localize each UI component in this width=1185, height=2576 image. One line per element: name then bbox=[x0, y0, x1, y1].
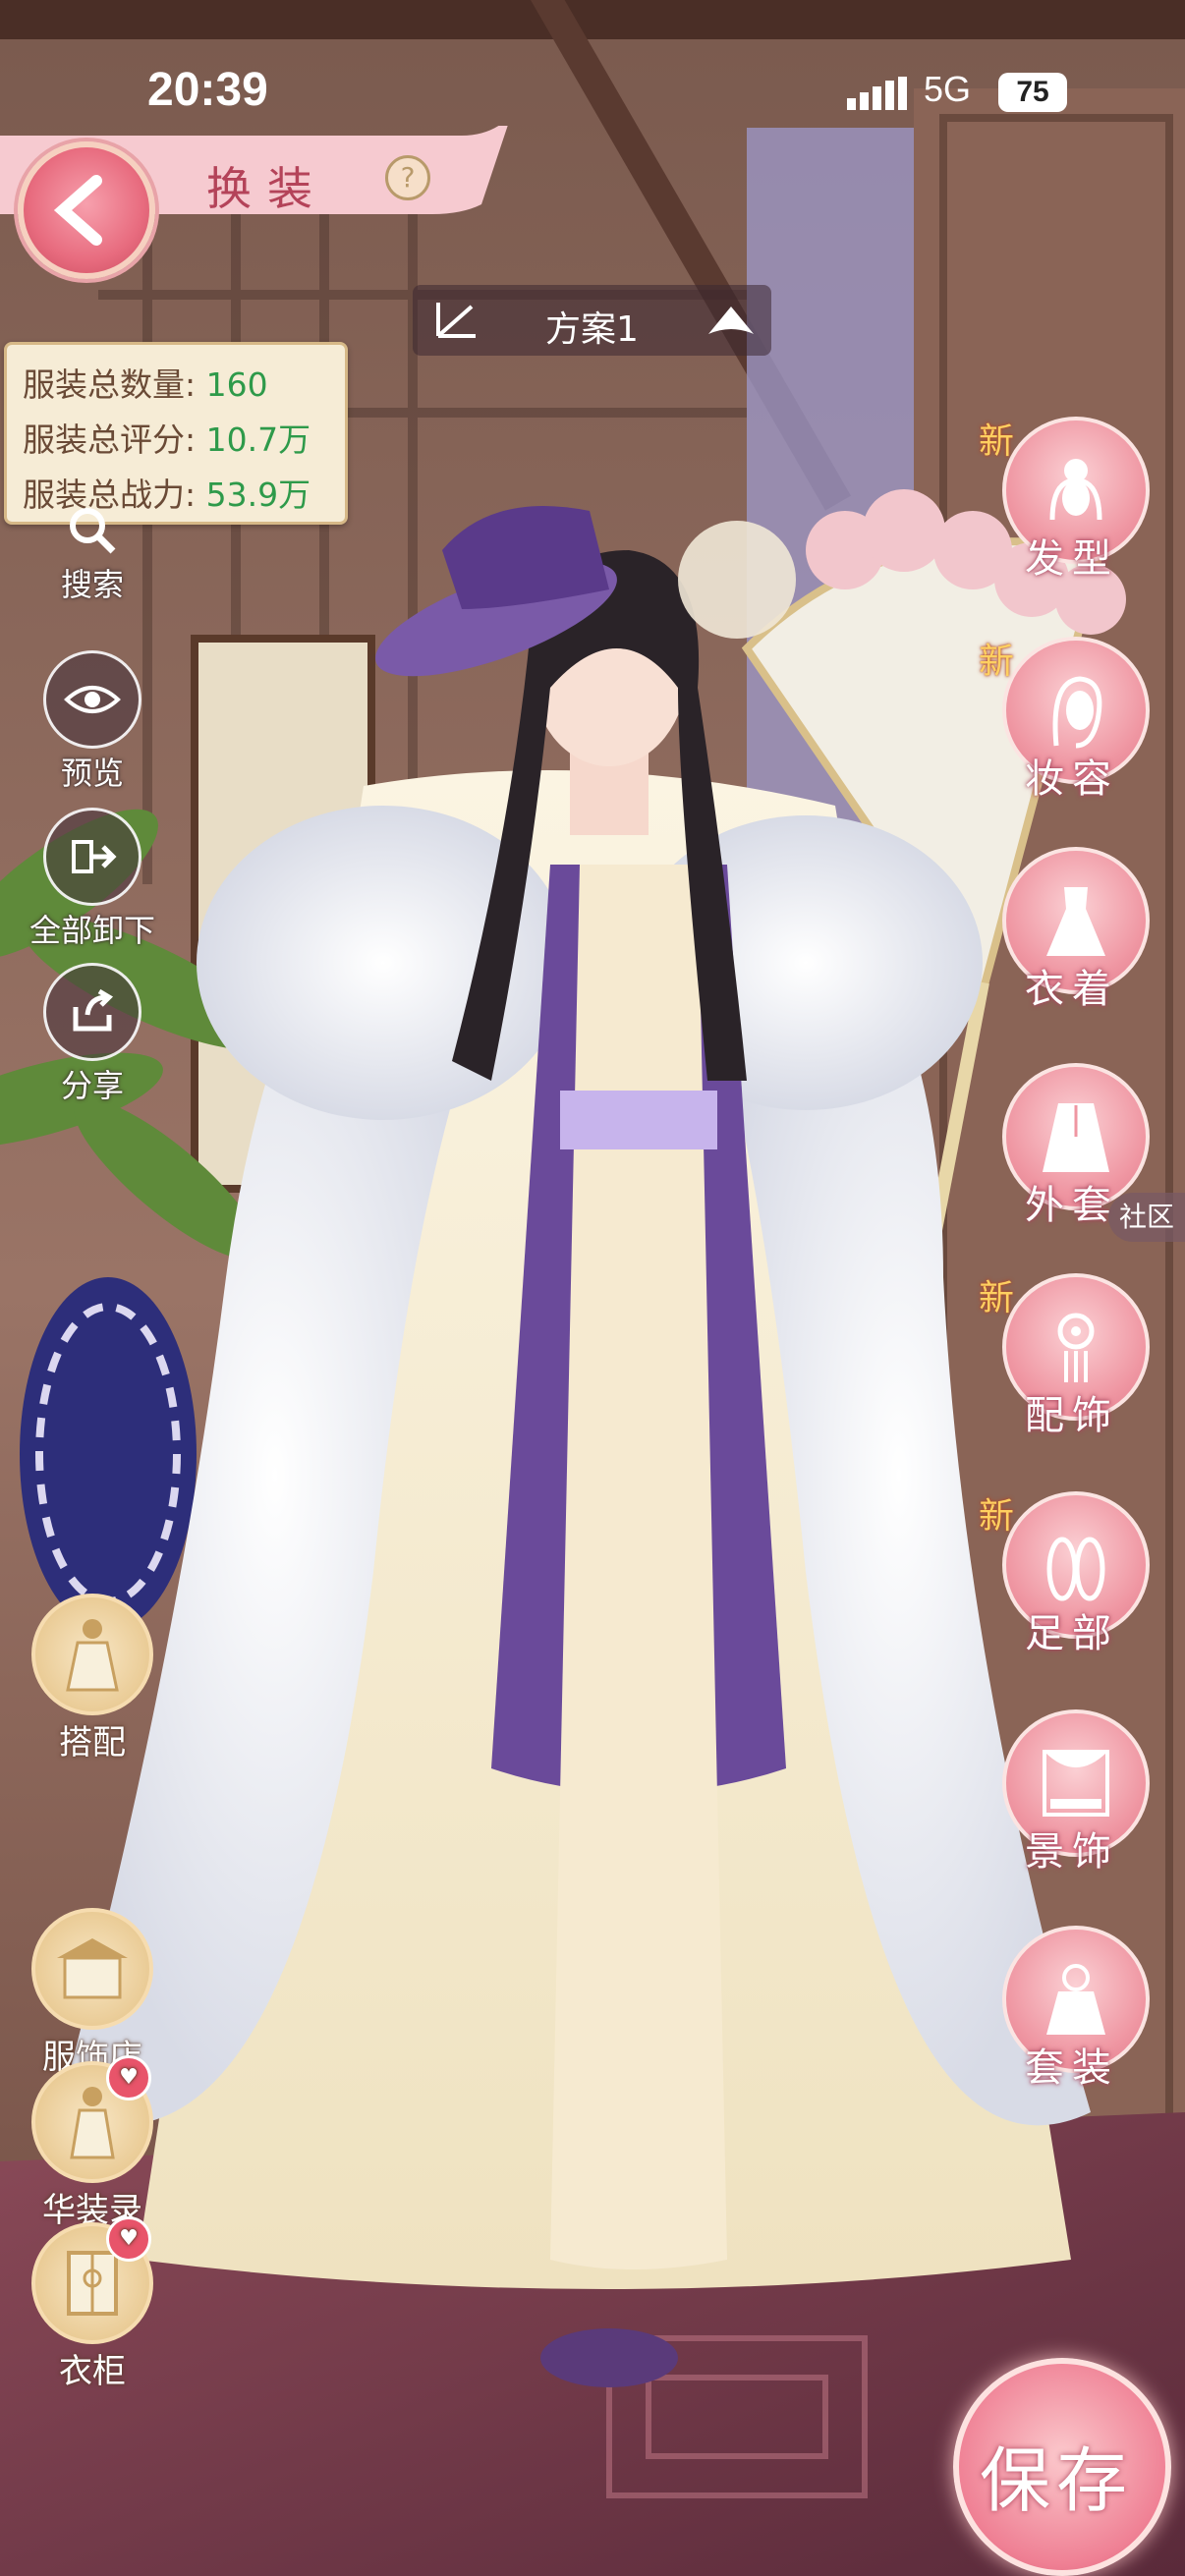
search-label: 搜索 bbox=[60, 566, 124, 603]
signal-icon bbox=[847, 77, 910, 114]
help-button[interactable]: ? bbox=[385, 155, 430, 200]
category-label: 配饰 bbox=[1025, 1393, 1119, 1438]
new-badge: 新 bbox=[979, 1278, 1015, 1318]
new-badge: 新 bbox=[979, 1496, 1015, 1537]
category-label: 套装 bbox=[1025, 2045, 1119, 2091]
back-button[interactable] bbox=[18, 141, 155, 279]
category-hairstyle[interactable]: 新 发型 bbox=[979, 417, 1150, 603]
back-arrow-icon bbox=[53, 175, 102, 246]
battery-icon: 75 bbox=[998, 73, 1067, 112]
eye-icon bbox=[43, 650, 141, 749]
search-icon bbox=[63, 501, 122, 560]
new-badge: 新 bbox=[979, 642, 1015, 682]
outfit-match-label: 搭配 bbox=[59, 1723, 126, 1763]
stat-value: 53.9万 bbox=[205, 476, 311, 514]
stat-value: 160 bbox=[205, 365, 268, 404]
category-label: 足部 bbox=[1025, 1611, 1119, 1656]
category-label: 衣着 bbox=[1025, 967, 1119, 1012]
stat-label: 服装总数量: bbox=[23, 365, 197, 404]
stat-value: 10.7万 bbox=[205, 420, 311, 459]
search-button[interactable]: 搜索 bbox=[33, 501, 151, 605]
category-label: 妆容 bbox=[1025, 756, 1119, 802]
stat-total-count: 服装总数量: 160 bbox=[23, 359, 268, 406]
community-tab[interactable]: 社区 bbox=[1108, 1193, 1185, 1242]
stat-total-score: 服装总评分: 10.7万 bbox=[23, 414, 310, 461]
wardrobe-button[interactable]: ♥ 衣柜 bbox=[24, 2216, 161, 2392]
shop-button[interactable]: 服饰店 bbox=[24, 1908, 161, 2078]
save-label: 保存 bbox=[979, 2439, 1133, 2522]
stat-label: 服装总评分: bbox=[23, 420, 197, 459]
preview-button[interactable]: 预览 bbox=[33, 650, 151, 794]
notification-badge-icon: ♥ bbox=[106, 2055, 151, 2100]
category-dress[interactable]: 衣着 bbox=[998, 847, 1150, 1034]
network-type: 5G bbox=[924, 69, 972, 109]
outfit-match-button[interactable]: 搭配 bbox=[24, 1594, 161, 1764]
category-shoes[interactable]: 新 足部 bbox=[979, 1491, 1150, 1678]
preview-label: 预览 bbox=[60, 755, 124, 792]
category-accessory[interactable]: 新 配饰 bbox=[979, 1273, 1150, 1460]
share-icon bbox=[43, 963, 141, 1061]
outfit-match-icon bbox=[31, 1594, 153, 1715]
wardrobe-label: 衣柜 bbox=[59, 2352, 126, 2391]
category-label: 景饰 bbox=[1025, 1829, 1119, 1875]
category-makeup[interactable]: 新 妆容 bbox=[979, 637, 1150, 823]
outfit-stats-panel: 服装总数量: 160 服装总评分: 10.7万 服装总战力: 53.9万 bbox=[4, 342, 348, 525]
shop-icon bbox=[31, 1908, 153, 2030]
share-label: 分享 bbox=[60, 1067, 124, 1104]
status-time: 20:39 bbox=[147, 64, 268, 116]
category-scenery[interactable]: 景饰 bbox=[998, 1709, 1150, 1896]
notification-badge-icon: ♥ bbox=[106, 2216, 151, 2262]
unequip-all-button[interactable]: 全部卸下 bbox=[14, 808, 171, 951]
new-badge: 新 bbox=[979, 421, 1015, 462]
category-label: 发型 bbox=[1025, 536, 1119, 582]
status-bar: 20:39 5G 75 bbox=[0, 0, 1185, 118]
collection-button[interactable]: ♥ 华装录 bbox=[24, 2055, 161, 2231]
plan-selector[interactable]: 方案1 bbox=[413, 285, 771, 356]
save-button[interactable]: 保存 bbox=[943, 2358, 1171, 2576]
unequip-all-icon bbox=[43, 808, 141, 906]
category-suit[interactable]: 套装 bbox=[998, 1926, 1150, 2112]
unequip-all-label: 全部卸下 bbox=[28, 912, 155, 949]
page-title: 换装 bbox=[206, 162, 328, 215]
expand-icon[interactable] bbox=[705, 301, 758, 344]
share-button[interactable]: 分享 bbox=[33, 963, 151, 1106]
